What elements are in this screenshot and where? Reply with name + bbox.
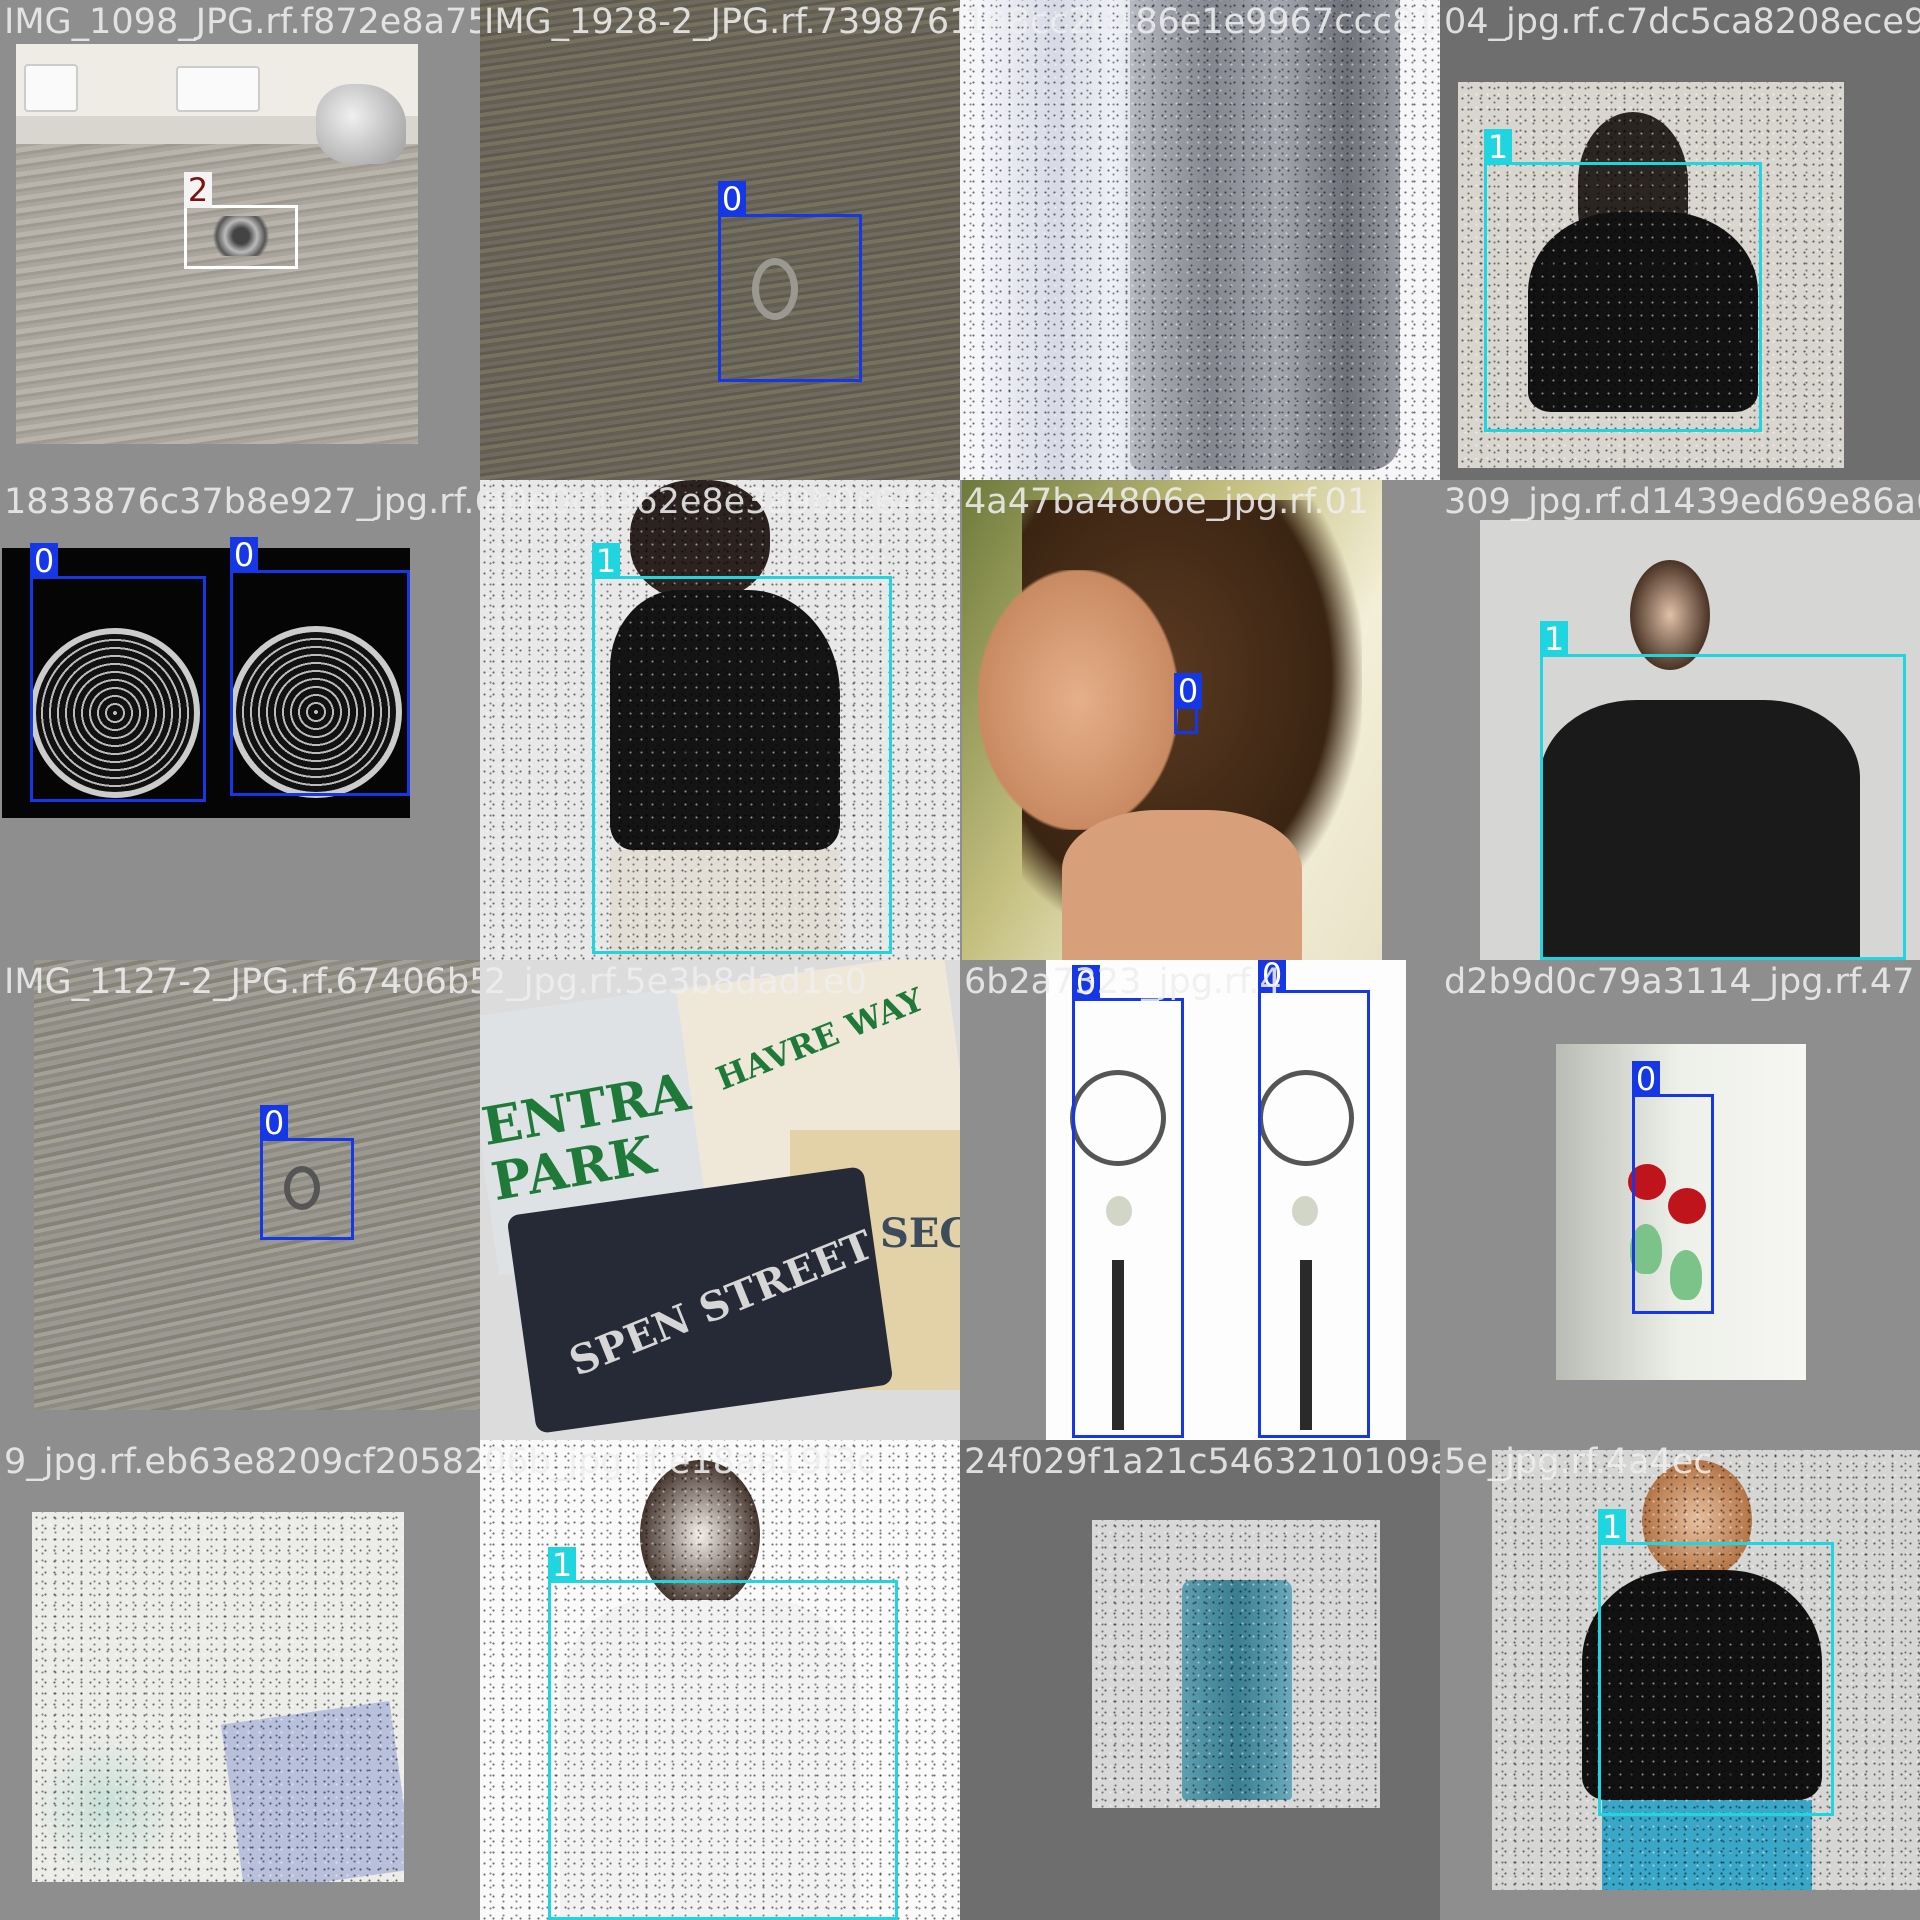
- tile-3: 1 04_jpg.rf.c7dc5ca8208ece90: [1440, 0, 1920, 480]
- class-label: 1: [592, 543, 620, 579]
- detection-box: 0: [230, 537, 410, 796]
- tile-7: 1 309_jpg.rf.d1439ed69e86a6bc: [1440, 480, 1920, 960]
- class-label: 1: [1540, 621, 1568, 657]
- wall-socket-icon: [176, 66, 260, 112]
- tile-10: 0 0 6b2a7323_jpg.rf.4: [960, 960, 1440, 1440]
- tile-5: 1 a0e0c1962e8e3a9b0c64a2478: [480, 480, 960, 960]
- detection-box: 1: [1484, 129, 1762, 432]
- tile-12: 9_jpg.rf.eb63e8209cf20582: [0, 1440, 480, 1920]
- detection-box: 1: [1598, 1509, 1834, 1816]
- tile-14: 24f029f1a21c5463210109a4e1: [960, 1440, 1440, 1920]
- mosaic-grid: 2 IMG_1098_JPG.rf.f872e8a75 0 IMG_1928-2…: [0, 0, 1920, 1920]
- class-label: 0: [260, 1105, 288, 1141]
- detection-box: 1: [592, 543, 892, 954]
- detection-box: 0: [1072, 965, 1184, 1438]
- desk-ring-photo: [34, 960, 480, 1410]
- detection-box: 1: [548, 1547, 898, 1920]
- blue-trousers-photo: [1092, 1520, 1380, 1808]
- image-caption: IMG_1928-2_JPG.rf.7398761: [484, 2, 960, 42]
- detection-box: 0: [30, 543, 206, 802]
- tile-15: 1 5e_jpg.rf.4a4ec: [1440, 1440, 1920, 1920]
- image-caption: 9_jpg.rf.eb63e8209cf20582: [4, 1442, 480, 1482]
- class-label: 2: [184, 172, 212, 208]
- class-label: 1: [1484, 129, 1512, 165]
- faded-clothes-photo: [32, 1512, 404, 1882]
- detection-box: 0: [1258, 960, 1370, 1438]
- detection-box: 0: [1632, 1061, 1714, 1314]
- sec-print: SEC: [880, 1210, 960, 1257]
- class-label: 0: [1174, 673, 1202, 709]
- tile-4: 0 0 1833876c37b8e927_jpg.rf.6: [0, 480, 480, 960]
- tile-13: 1 06b_jpg.rf.e18aa19f3c: [480, 1440, 960, 1920]
- image-caption: IMG_1098_JPG.rf.f872e8a75: [4, 2, 480, 42]
- image-caption: 309_jpg.rf.d1439ed69e86a6bc: [1444, 482, 1920, 522]
- plastic-bag-icon: [316, 84, 406, 164]
- tile-0: 2 IMG_1098_JPG.rf.f872e8a75: [0, 0, 480, 480]
- class-label: 0: [1258, 960, 1286, 993]
- image-caption: 04_jpg.rf.c7dc5ca8208ece90: [1444, 2, 1920, 42]
- tile-8: 0 IMG_1127-2_JPG.rf.67406b5: [0, 960, 480, 1440]
- image-caption: d2b9d0c79a3114_jpg.rf.47: [1444, 962, 1915, 1002]
- class-label: 0: [1072, 965, 1100, 1001]
- class-label: 0: [718, 181, 746, 217]
- detection-box: 1: [1540, 621, 1906, 960]
- class-label: 0: [30, 543, 58, 579]
- face: [978, 570, 1178, 830]
- image-caption: 1833876c37b8e927_jpg.rf.6: [4, 482, 480, 522]
- tile-11: 0 d2b9d0c79a3114_jpg.rf.47: [1440, 960, 1920, 1440]
- wall-socket-icon: [24, 64, 78, 112]
- tile-6: 0 4a47ba4806e_jpg.rf.01: [960, 480, 1440, 960]
- class-label: 0: [230, 537, 258, 573]
- tile-9: ENTRAL PARK HAVRE WAY SEC SPEN STREET 2_…: [480, 960, 960, 1440]
- portrait-photo: [962, 480, 1382, 960]
- tile-2: 1a8cc20186e1e9967ccc81d3: [960, 0, 1440, 480]
- detection-box: 2: [184, 172, 298, 269]
- detection-box: 0: [1174, 673, 1202, 734]
- detection-box: 0: [718, 181, 862, 382]
- class-label: 1: [1598, 1509, 1626, 1545]
- tile-1: 0 IMG_1928-2_JPG.rf.7398761: [480, 0, 960, 480]
- class-label: 0: [1632, 1061, 1660, 1097]
- image-caption: 24f029f1a21c5463210109a4e1: [964, 1442, 1440, 1482]
- neck: [1062, 810, 1302, 960]
- class-label: 1: [548, 1547, 576, 1583]
- detection-box: 0: [260, 1105, 354, 1240]
